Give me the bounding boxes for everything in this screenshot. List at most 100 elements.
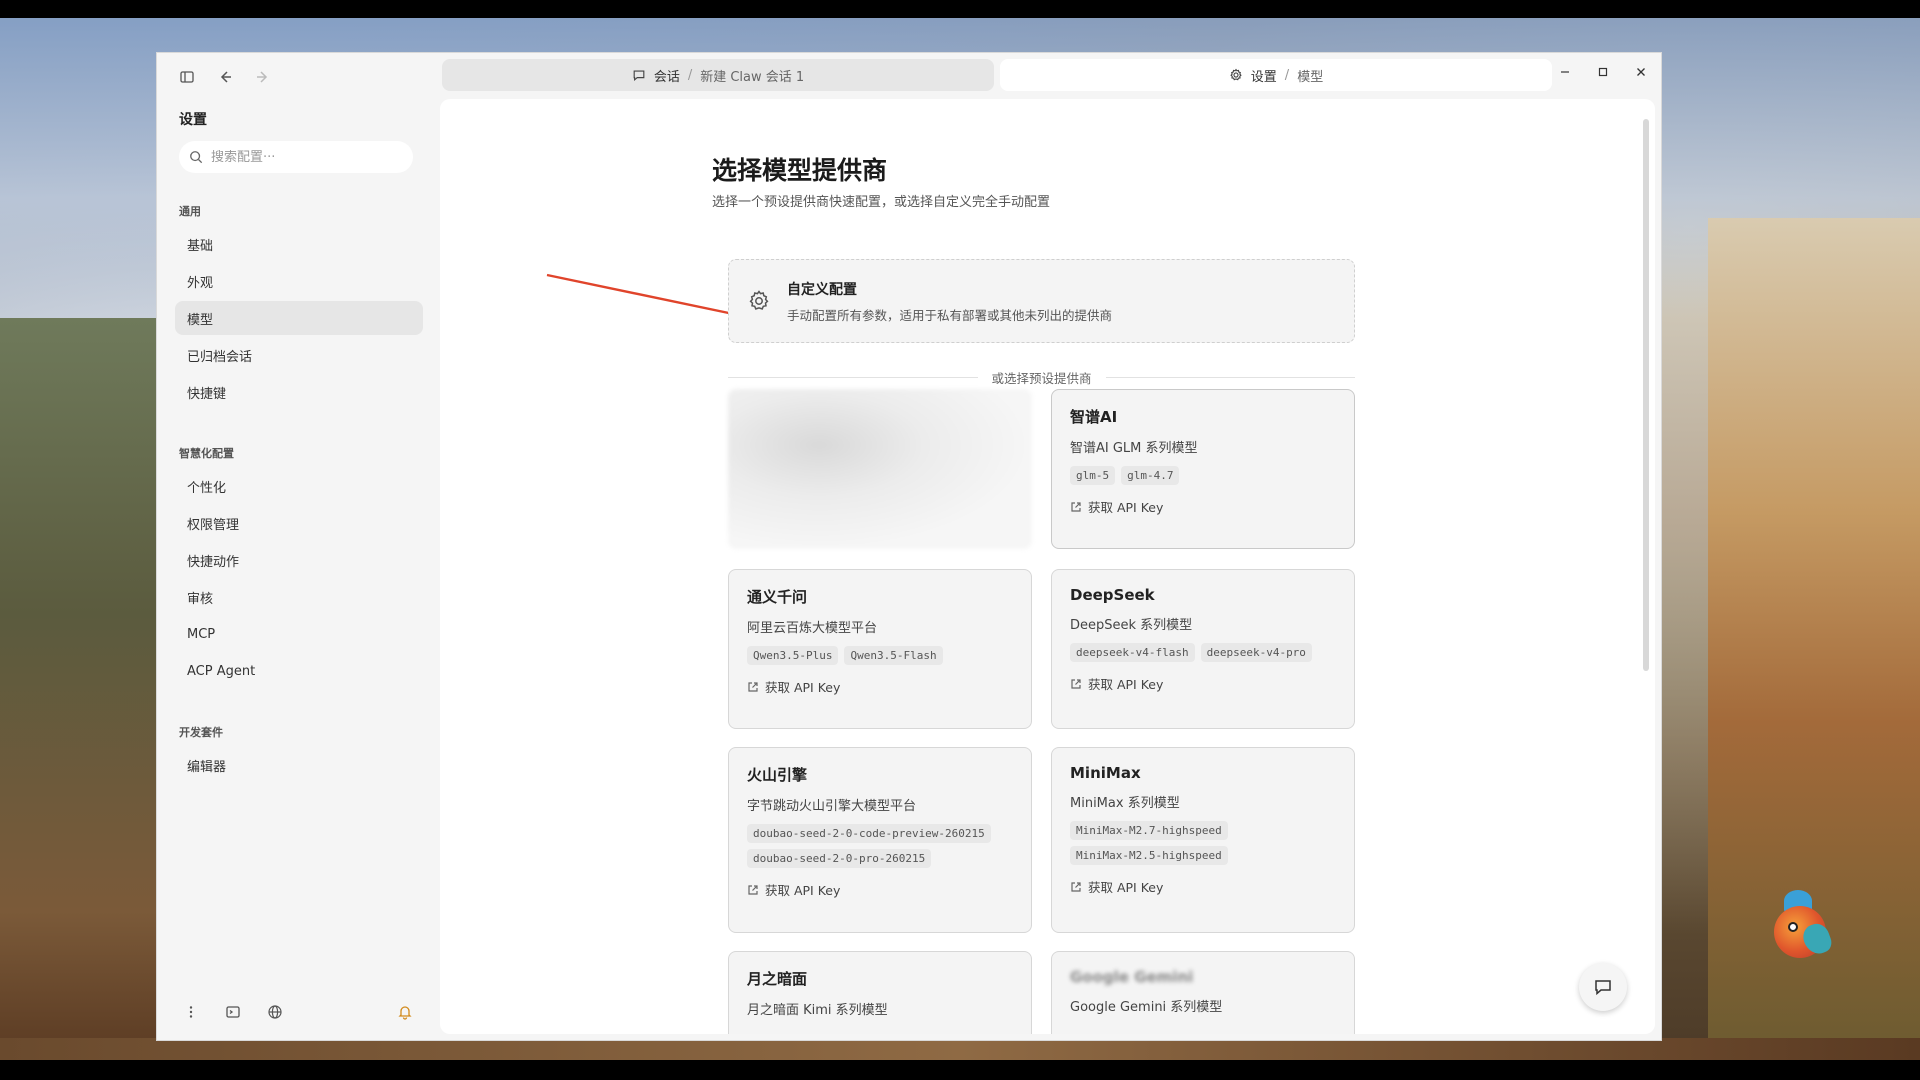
provider-desc: 字节跳动火山引擎大模型平台 bbox=[747, 799, 917, 814]
search-box[interactable] bbox=[179, 141, 413, 173]
close-icon[interactable] bbox=[1635, 63, 1647, 82]
get-api-key-label: 获取 API Key bbox=[1088, 500, 1164, 515]
model-tag: doubao-seed-2-0-pro-260215 bbox=[747, 849, 932, 868]
external-link-icon bbox=[1071, 678, 1081, 689]
provider-desc: 阿里云百炼大模型平台 bbox=[747, 621, 878, 636]
provider-desc: DeepSeek 系列模型 bbox=[1070, 618, 1193, 633]
tab-settings-crumb-sep: / bbox=[1284, 67, 1290, 83]
provider-name: 通义千问 bbox=[747, 588, 808, 606]
preset-divider: 或选择预设提供商 bbox=[728, 367, 1356, 387]
wallpaper-cliff-left bbox=[0, 318, 160, 1060]
sidebar-item-basic[interactable]: 基础 bbox=[175, 227, 423, 261]
sidebar-topbar bbox=[177, 67, 273, 87]
model-tag: Qwen3.5-Plus bbox=[747, 646, 839, 665]
sidebar-item-mcp[interactable]: MCP bbox=[175, 617, 423, 651]
gear-icon bbox=[1230, 68, 1242, 81]
tab-chat-crumb-main: 会话 bbox=[653, 69, 680, 85]
tab-chat[interactable]: 会话 / 新建 Claw 会话 1 bbox=[442, 59, 994, 91]
back-arrow-icon[interactable] bbox=[215, 67, 235, 87]
bell-icon[interactable] bbox=[397, 1004, 413, 1024]
provider-card-deepseek[interactable]: DeepSeek DeepSeek 系列模型 deepseek-v4-flash… bbox=[1051, 569, 1355, 729]
sidebar-item-personalize[interactable]: 个性化 bbox=[175, 469, 423, 503]
sidebar-item-quick-actions[interactable]: 快捷动作 bbox=[175, 543, 423, 577]
model-tag: deepseek-v4-flash bbox=[1070, 643, 1195, 662]
provider-card-blurred[interactable] bbox=[728, 389, 1032, 549]
search-input[interactable] bbox=[211, 149, 401, 165]
chat-bubble-button[interactable] bbox=[1579, 963, 1627, 1011]
tab-chat-crumb-sep: / bbox=[687, 67, 693, 83]
sidebar-item-model[interactable]: 模型 bbox=[175, 301, 423, 335]
external-link-icon bbox=[748, 884, 758, 895]
get-api-key-label: 获取 API Key bbox=[1088, 677, 1164, 692]
tab-settings-crumb-main: 设置 bbox=[1250, 69, 1277, 85]
terminal-icon[interactable] bbox=[225, 1004, 241, 1024]
search-icon bbox=[190, 151, 203, 164]
annotation-arrow-icon bbox=[546, 273, 751, 322]
provider-card-gemini[interactable]: Google Gemini Google Gemini 系列模型 bbox=[1051, 951, 1355, 1034]
sidebar-item-appearance[interactable]: 外观 bbox=[175, 264, 423, 298]
provider-card-tongyi[interactable]: 通义千问 阿里云百炼大模型平台 Qwen3.5-Plus Qwen3.5-Fla… bbox=[728, 569, 1032, 729]
provider-card-volcano[interactable]: 火山引擎 字节跳动火山引擎大模型平台 doubao-seed-2-0-code-… bbox=[728, 747, 1032, 933]
provider-desc: MiniMax 系列模型 bbox=[1070, 796, 1180, 811]
page-subtitle: 选择一个预设提供商快速配置，或选择自定义完全手动配置 bbox=[712, 195, 1051, 210]
section-label-general: 通用 bbox=[179, 205, 201, 218]
provider-card-zhipu[interactable]: 智谱AI 智谱AI GLM 系列模型 glm-5 glm-4.7 获取 API … bbox=[1051, 389, 1355, 549]
provider-desc: 智谱AI GLM 系列模型 bbox=[1070, 441, 1198, 456]
provider-desc: 月之暗面 Kimi 系列模型 bbox=[747, 1003, 888, 1018]
get-api-key-label: 获取 API Key bbox=[765, 680, 841, 695]
model-tag: deepseek-v4-pro bbox=[1200, 643, 1312, 662]
gear-icon bbox=[749, 290, 769, 310]
scrollbar[interactable] bbox=[1643, 119, 1649, 671]
maximize-icon[interactable] bbox=[1597, 63, 1609, 82]
wallpaper-bottom bbox=[0, 1038, 1920, 1060]
main-panel: 选择模型提供商 选择一个预设提供商快速配置，或选择自定义完全手动配置 自定义配置… bbox=[440, 99, 1655, 1034]
chat-icon bbox=[633, 70, 645, 82]
external-link-icon bbox=[1071, 881, 1081, 892]
sidebar-item-editor[interactable]: 编辑器 bbox=[175, 748, 423, 782]
sidebar-bottom-icons bbox=[183, 1004, 283, 1024]
tab-chat-crumb-sub: 新建 Claw 会话 1 bbox=[700, 69, 805, 85]
external-link-icon bbox=[748, 681, 758, 692]
sidebar-item-review[interactable]: 审核 bbox=[175, 580, 423, 614]
provider-desc: Google Gemini 系列模型 bbox=[1070, 1000, 1223, 1015]
section-label-smart: 智慧化配置 bbox=[179, 447, 234, 460]
sidebar-item-acp-agent[interactable]: ACP Agent bbox=[175, 654, 423, 688]
get-api-key-link[interactable]: 获取 API Key bbox=[1070, 497, 1336, 516]
model-tag: MiniMax-M2.7-highspeed bbox=[1070, 821, 1228, 840]
provider-name: DeepSeek bbox=[1070, 586, 1155, 604]
sidebar-title: 设置 bbox=[179, 112, 207, 128]
tab-settings-crumb-sub: 模型 bbox=[1297, 69, 1324, 85]
get-api-key-link[interactable]: 获取 API Key bbox=[747, 880, 1013, 899]
custom-config-card[interactable]: 自定义配置 手动配置所有参数，适用于私有部署或其他未列出的提供商 bbox=[728, 259, 1355, 343]
external-link-icon bbox=[1071, 501, 1081, 512]
custom-config-title: 自定义配置 bbox=[787, 281, 857, 298]
provider-card-minimax[interactable]: MiniMax MiniMax 系列模型 MiniMax-M2.7-highsp… bbox=[1051, 747, 1355, 933]
forward-arrow-icon[interactable] bbox=[253, 67, 273, 87]
app-window: 设置 通用 基础 外观 模型 已归档会话 快捷键 智慧化配置 个性化 权限管理 … bbox=[156, 52, 1662, 1041]
get-api-key-link[interactable]: 获取 API Key bbox=[1070, 674, 1336, 693]
minimize-icon[interactable] bbox=[1559, 63, 1571, 82]
provider-card-moonshot[interactable]: 月之暗面 月之暗面 Kimi 系列模型 bbox=[728, 951, 1032, 1034]
get-api-key-link[interactable]: 获取 API Key bbox=[747, 677, 1013, 696]
provider-name: MiniMax bbox=[1070, 764, 1141, 782]
mascot-icon[interactable] bbox=[1764, 888, 1836, 964]
tab-settings[interactable]: 设置 / 模型 bbox=[1000, 59, 1552, 91]
model-tag: doubao-seed-2-0-code-preview-260215 bbox=[747, 824, 991, 843]
get-api-key-link[interactable]: 获取 API Key bbox=[1070, 877, 1336, 896]
sidebar-item-archived[interactable]: 已归档会话 bbox=[175, 338, 423, 372]
sidebar-item-permissions[interactable]: 权限管理 bbox=[175, 506, 423, 540]
model-tag: MiniMax-M2.5-highspeed bbox=[1070, 846, 1228, 865]
window-controls bbox=[1559, 63, 1647, 82]
model-tag: glm-4.7 bbox=[1121, 466, 1180, 485]
provider-name: Google Gemini bbox=[1070, 968, 1194, 986]
sidebar-toggle-icon[interactable] bbox=[177, 67, 197, 87]
sidebar-item-shortcuts[interactable]: 快捷键 bbox=[175, 375, 423, 409]
tab-strip: 会话 / 新建 Claw 会话 1 设置 / 模型 bbox=[442, 59, 1647, 91]
more-icon[interactable] bbox=[183, 1004, 199, 1024]
get-api-key-label: 获取 API Key bbox=[1088, 880, 1164, 895]
provider-name: 月之暗面 bbox=[747, 970, 808, 988]
provider-name: 智谱AI bbox=[1070, 408, 1118, 426]
model-tag: glm-5 bbox=[1070, 466, 1116, 485]
custom-config-desc: 手动配置所有参数，适用于私有部署或其他未列出的提供商 bbox=[787, 307, 1113, 323]
globe-icon[interactable] bbox=[267, 1004, 283, 1024]
